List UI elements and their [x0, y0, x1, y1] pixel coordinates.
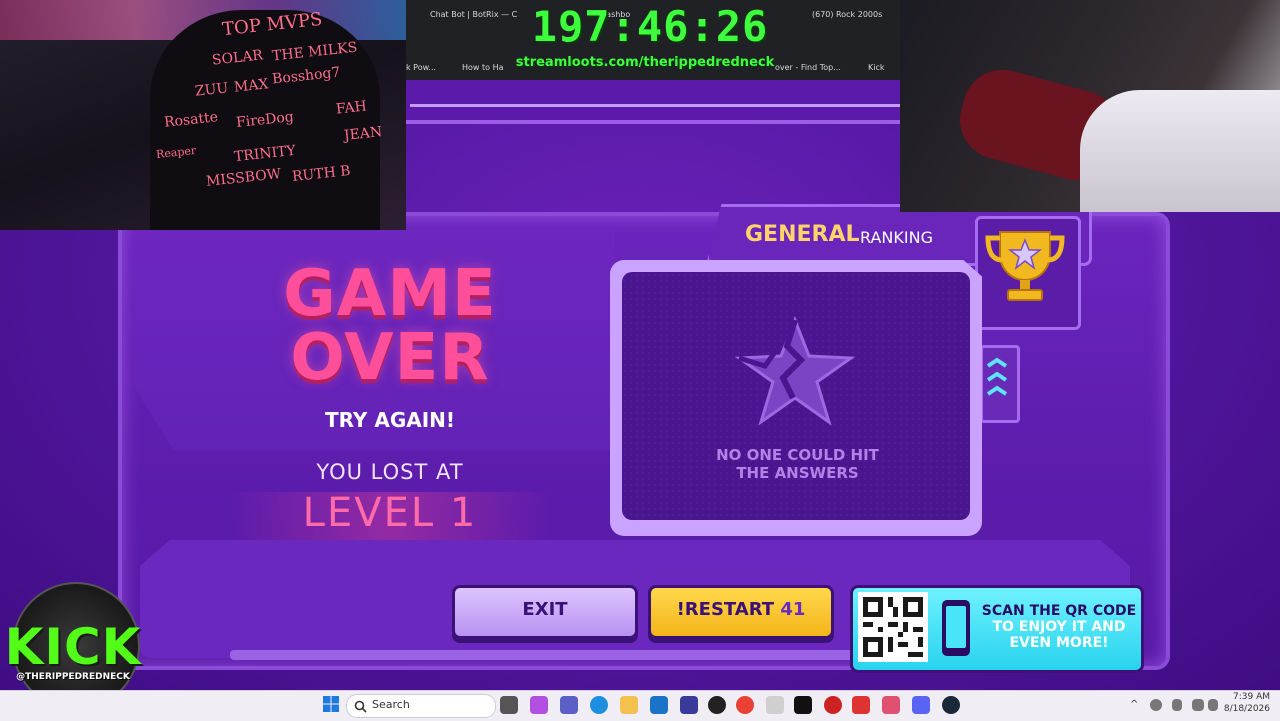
restart-button[interactable]: !RESTART 41 — [648, 585, 834, 639]
qr-text-light: TO ENJOY IT AND EVEN MORE! — [992, 619, 1126, 651]
bookmark[interactable]: Kick — [868, 63, 885, 72]
restart-count: 41 — [780, 599, 806, 620]
level-text: LEVEL 1 — [302, 490, 478, 536]
app-icon[interactable] — [852, 696, 870, 714]
microphone-icon[interactable] — [1172, 699, 1182, 711]
subathon-timer: 197:46:26 — [531, 2, 769, 51]
store-icon[interactable] — [650, 696, 668, 714]
broken-star-icon — [734, 315, 859, 430]
game-top-strip — [406, 80, 900, 124]
game-over-line2: OVER — [290, 321, 490, 395]
app-icon[interactable] — [882, 696, 900, 714]
windows-start-icon[interactable] — [322, 695, 340, 717]
teams-icon[interactable] — [560, 696, 578, 714]
browser-tab[interactable]: (670) Rock 2000s — [812, 10, 882, 19]
edge-icon[interactable] — [590, 696, 608, 714]
ranking-title: GENERAL — [745, 222, 860, 247]
file-explorer-icon[interactable] — [620, 696, 638, 714]
taskbar-time[interactable]: 7:39 AM — [1224, 692, 1270, 702]
app-icon[interactable] — [680, 696, 698, 714]
trophy-icon — [982, 228, 1068, 308]
taskbar-date[interactable]: 8/18/2026 — [1214, 704, 1270, 714]
no-one-message: NO ONE COULD HIT THE ANSWERS — [716, 446, 879, 482]
game-over-title: GAME OVER — [250, 262, 530, 390]
mvp-name: FAH — [335, 98, 368, 118]
qr-code-image — [858, 592, 928, 662]
kick-logo: KICK — [4, 618, 142, 676]
chevron-up-icon[interactable]: ^ — [1130, 699, 1138, 710]
chrome-icon[interactable] — [736, 696, 754, 714]
chevrons-up-icon — [986, 352, 1008, 412]
search-placeholder: Search — [372, 698, 410, 711]
game-over-line1: GAME — [283, 257, 497, 331]
app-icon[interactable] — [824, 696, 842, 714]
taskbar — [0, 690, 1280, 721]
qr-text-dark: SCAN THE QR CODE — [981, 603, 1137, 619]
terminal-icon[interactable] — [794, 696, 812, 714]
task-view-icon[interactable] — [500, 696, 518, 714]
exit-button[interactable]: EXIT — [452, 585, 638, 639]
phone-icon — [938, 598, 974, 662]
restart-label: !RESTART — [676, 599, 775, 620]
network-icon[interactable] — [1150, 699, 1162, 711]
steam-icon[interactable] — [942, 696, 960, 714]
streamloots-link: streamloots.com/therippedredneck — [515, 55, 775, 70]
copilot-icon[interactable] — [530, 696, 548, 714]
kick-handle: @THERIPPEDREDNECK — [16, 672, 130, 682]
app-icon[interactable] — [766, 696, 784, 714]
qr-text: SCAN THE QR CODE TO ENJOY IT AND EVEN MO… — [978, 603, 1140, 651]
webcam-blanket — [1080, 90, 1280, 212]
taskbar-search-box[interactable] — [346, 694, 496, 718]
obs-icon[interactable] — [708, 696, 726, 714]
you-lost-at-text: YOU LOST AT — [316, 460, 464, 484]
bookmark[interactable]: k Pow... — [406, 63, 436, 72]
search-icon — [354, 698, 367, 717]
ranking-subtitle: RANKING — [860, 228, 933, 247]
discord-icon[interactable] — [912, 696, 930, 714]
game-top-rail — [410, 104, 900, 107]
try-again-text: TRY AGAIN! — [324, 408, 456, 432]
wifi-icon[interactable] — [1192, 699, 1204, 711]
